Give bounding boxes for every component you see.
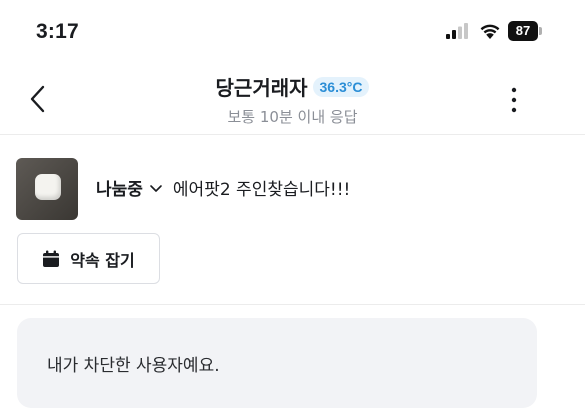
product-line: 나눔중 에어팟2 주인찾습니다!!! <box>96 175 350 200</box>
blocked-user-notice: 내가 차단한 사용자예요. <box>17 318 537 408</box>
more-vertical-icon[interactable] <box>504 84 524 116</box>
status-time: 3:17 <box>36 20 79 43</box>
signal-icon <box>446 23 468 39</box>
chat-area: 내가 차단한 사용자예요. <box>0 306 585 420</box>
product-thumbnail[interactable] <box>16 158 78 220</box>
title-row: 당근거래자 36.3°C <box>0 72 585 101</box>
product-title[interactable]: 에어팟2 주인찾습니다!!! <box>173 175 350 200</box>
blocked-notice-text: 내가 차단한 사용자예요. <box>47 355 220 376</box>
product-info-bar: 나눔중 에어팟2 주인찾습니다!!! 약속 잡기 <box>0 135 585 305</box>
status-bar: 3:17 87 <box>0 0 585 62</box>
chat-header: 당근거래자 36.3°C 보통 10분 이내 응답 <box>0 62 585 135</box>
wifi-icon <box>480 24 500 39</box>
battery-cap <box>539 27 542 35</box>
response-time: 보통 10분 이내 응답 <box>227 108 358 126</box>
appointment-label: 약속 잡기 <box>70 250 135 270</box>
airpods-case-image <box>35 174 61 200</box>
trade-status[interactable]: 나눔중 <box>96 175 143 200</box>
battery-icon: 87 <box>508 21 542 41</box>
calendar-icon <box>43 250 60 267</box>
manner-temperature-badge: 36.3°C <box>312 76 370 97</box>
battery-level: 87 <box>508 21 538 41</box>
chevron-down-icon[interactable] <box>149 183 163 193</box>
page-title[interactable]: 당근거래자 <box>216 76 308 100</box>
make-appointment-button[interactable]: 약속 잡기 <box>17 233 160 284</box>
